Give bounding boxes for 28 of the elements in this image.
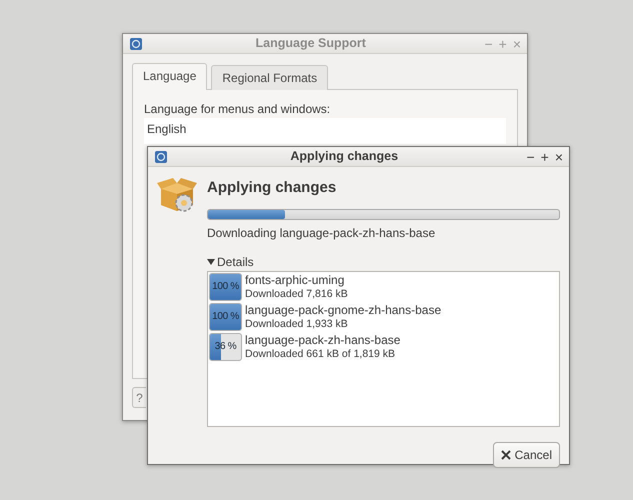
cancel-button[interactable]: Cancel: [492, 442, 560, 468]
window-title: Language Support: [254, 35, 367, 52]
field-label: Language for menus and windows:: [144, 101, 332, 118]
maximize-button[interactable]: +: [540, 150, 549, 164]
tab[interactable]: Regional Formats: [211, 65, 328, 90]
download-info: Downloaded 661 kB of 1,819 kB: [245, 348, 396, 360]
window-icon: [129, 36, 143, 50]
language-list[interactable]: English: [144, 118, 506, 144]
help-button[interactable]: ?: [132, 387, 146, 408]
window-icon: [154, 150, 168, 164]
package-name: language-pack-gnome-zh-hans-base: [245, 302, 442, 318]
dialog-heading: Applying changes: [207, 178, 338, 198]
tab[interactable]: Language: [132, 63, 208, 90]
package-gear-icon: [157, 177, 197, 213]
download-info: Downloaded 7,816 kB: [245, 288, 348, 300]
triangle-icon: [207, 258, 215, 266]
minimize-button[interactable]: −: [526, 150, 535, 164]
item-progress: 100 %: [209, 302, 242, 330]
package-name: fonts-arphic-uming: [245, 272, 346, 288]
details-expander[interactable]: Details: [207, 252, 560, 270]
download-info: Downloaded 1,933 kB: [245, 318, 349, 330]
package-name: language-pack-zh-hans-base: [245, 332, 400, 348]
item-progress: 100 %: [209, 272, 242, 300]
list-item[interactable]: English: [147, 120, 503, 138]
window-title: Applying changes: [289, 148, 400, 166]
close-icon: [500, 450, 511, 460]
close-button[interactable]: ×: [554, 150, 563, 164]
status-text: Downloading language-pack-zh-hans-base: [207, 224, 436, 242]
